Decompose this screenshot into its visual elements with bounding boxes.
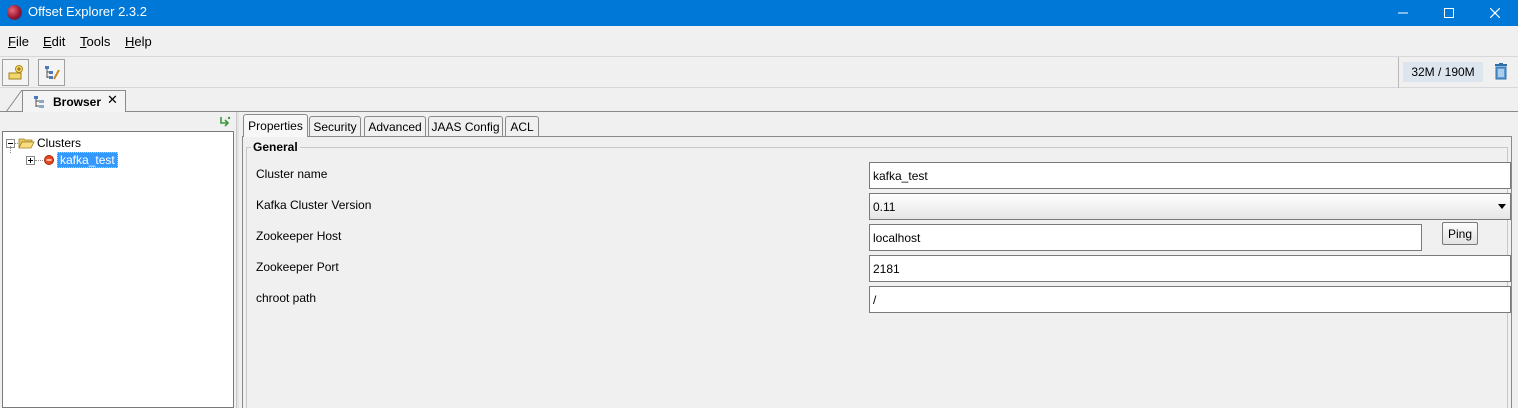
general-group-title: General xyxy=(251,140,300,154)
properties-panel: Properties Security Advanced JAAS Config… xyxy=(239,112,1518,408)
tab-jaas-config[interactable]: JAAS Config xyxy=(428,116,503,137)
properties-tab-content: General Cluster name kafka_test Kafka Cl… xyxy=(242,136,1512,408)
cluster-name-input[interactable]: kafka_test xyxy=(869,162,1511,189)
edit-connection-icon xyxy=(44,65,60,79)
toolbar: 32M / 190M xyxy=(0,56,1518,88)
memory-panel: 32M / 190M xyxy=(1398,57,1518,88)
zookeeper-port-label: Zookeeper Port xyxy=(256,260,339,274)
tree-label-clusters: Clusters xyxy=(37,136,82,150)
zookeeper-host-label: Zookeeper Host xyxy=(256,229,342,243)
chroot-path-label: chroot path xyxy=(256,291,317,305)
cluster-status-icon xyxy=(44,155,54,165)
trash-icon xyxy=(1495,63,1507,80)
title-bar: Offset Explorer 2.3.2 xyxy=(0,0,1518,26)
tree-label-kafka-test: kafka_test xyxy=(57,152,118,168)
chroot-path-input[interactable]: / xyxy=(869,286,1511,313)
kafka-version-value: 0.11 xyxy=(873,199,896,214)
menu-file[interactable]: File xyxy=(8,34,29,49)
browser-tree-icon xyxy=(34,96,44,108)
menu-help[interactable]: Help xyxy=(125,34,152,49)
maximize-button[interactable] xyxy=(1426,0,1472,26)
tab-security[interactable]: Security xyxy=(309,116,361,137)
add-connection-icon xyxy=(8,64,23,79)
tab-acl[interactable]: ACL xyxy=(505,116,539,137)
document-tab-strip: Browser ✕ xyxy=(0,88,1518,112)
general-group: General Cluster name kafka_test Kafka Cl… xyxy=(246,140,1511,408)
refresh-icon xyxy=(220,116,231,127)
chevron-down-icon xyxy=(1498,204,1506,209)
kafka-version-select[interactable]: 0.11 xyxy=(869,193,1511,220)
cluster-tree[interactable]: Clusters kafka_test xyxy=(2,131,234,408)
tree-node-kafka-test[interactable]: kafka_test xyxy=(26,152,118,168)
tab-close-icon[interactable]: ✕ xyxy=(107,93,118,108)
edit-connection-button[interactable] xyxy=(38,59,65,86)
menu-edit[interactable]: Edit xyxy=(43,34,65,49)
menu-bar: File Edit Tools Help xyxy=(0,26,1518,56)
window-title: Offset Explorer 2.3.2 xyxy=(28,4,147,19)
maximize-icon xyxy=(1444,8,1454,18)
minimize-button[interactable] xyxy=(1380,0,1426,26)
tab-browser-label: Browser xyxy=(53,95,102,109)
tab-advanced[interactable]: Advanced xyxy=(364,116,426,137)
expand-icon[interactable] xyxy=(26,155,35,165)
close-icon xyxy=(1490,8,1500,18)
minimize-icon xyxy=(1398,12,1408,14)
ping-button[interactable]: Ping xyxy=(1442,222,1478,245)
zookeeper-host-input[interactable]: localhost xyxy=(869,224,1422,251)
tab-properties[interactable]: Properties xyxy=(243,114,308,137)
memory-usage: 32M / 190M xyxy=(1403,62,1483,82)
close-button[interactable] xyxy=(1472,0,1518,26)
add-connection-button[interactable] xyxy=(2,59,29,86)
refresh-button[interactable] xyxy=(218,115,232,132)
tab-browser[interactable]: Browser ✕ xyxy=(22,90,126,112)
app-logo-icon xyxy=(7,5,22,20)
browser-panel: Clusters kafka_test xyxy=(0,112,236,408)
kafka-version-label: Kafka Cluster Version xyxy=(256,198,372,212)
cluster-name-label: Cluster name xyxy=(256,167,328,181)
zookeeper-port-input[interactable]: 2181 xyxy=(869,255,1511,282)
menu-tools[interactable]: Tools xyxy=(80,34,110,49)
garbage-collect-button[interactable] xyxy=(1494,63,1508,83)
